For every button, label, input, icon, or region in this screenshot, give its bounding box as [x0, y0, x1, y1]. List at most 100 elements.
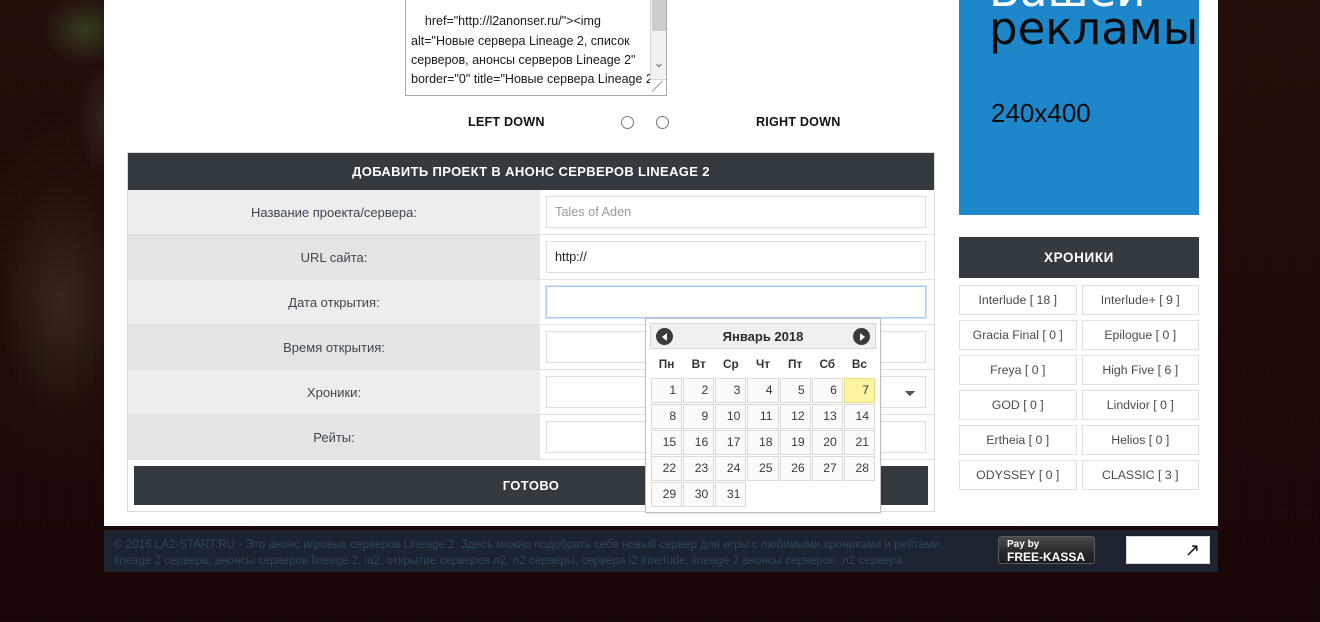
datepicker-day-23[interactable]: 23	[683, 456, 715, 481]
chronicle-button-10[interactable]: ODYSSEY [ 0 ]	[959, 460, 1077, 490]
chronicle-button-7[interactable]: Lindvior [ 0 ]	[1081, 390, 1199, 420]
datepicker-day-13[interactable]: 13	[811, 404, 843, 429]
datepicker-day-cell[interactable]: 21	[843, 430, 875, 455]
datepicker-day-cell[interactable]: 26	[779, 456, 811, 481]
chronicle-button-3[interactable]: Epilogue [ 0 ]	[1081, 320, 1199, 350]
datepicker-day-21[interactable]: 21	[843, 430, 875, 455]
project-name-input[interactable]	[546, 196, 926, 228]
datepicker-day-28[interactable]: 28	[843, 456, 875, 481]
datepicker-day-cell[interactable]: 17	[715, 430, 747, 455]
datepicker-day-cell[interactable]: 14	[843, 404, 875, 429]
datepicker-day-27[interactable]: 27	[811, 456, 843, 481]
datepicker-day-12[interactable]: 12	[779, 404, 811, 429]
datepicker-day-cell[interactable]: 12	[779, 404, 811, 429]
datepicker-day-29[interactable]: 29	[651, 482, 683, 507]
chronicle-button-2[interactable]: Gracia Final [ 0 ]	[959, 320, 1077, 350]
prev-month-icon[interactable]	[656, 328, 673, 345]
datepicker-day-9[interactable]: 9	[683, 404, 715, 429]
datepicker-day-cell[interactable]: 5	[779, 378, 811, 403]
datepicker-day-cell[interactable]: 28	[843, 456, 875, 481]
weekday-Ср: Ср	[722, 357, 739, 371]
embed-code-textarea[interactable]: href="http://l2anonser.ru/"><img alt="Но…	[405, 0, 667, 96]
chevron-down-icon[interactable]: ⌄	[651, 54, 666, 72]
datepicker-day-cell[interactable]: 23	[683, 456, 715, 481]
datepicker-day-4[interactable]: 4	[747, 378, 779, 403]
radio-right-down[interactable]	[656, 115, 669, 129]
datepicker-day-cell[interactable]: 31	[715, 482, 747, 507]
datepicker-day-cell[interactable]: 22	[651, 456, 683, 481]
radio-left-down[interactable]	[621, 115, 634, 129]
next-month-icon[interactable]	[853, 328, 870, 345]
datepicker-day-19[interactable]: 19	[779, 430, 811, 455]
chronicle-button-4[interactable]: Freya [ 0 ]	[959, 355, 1077, 385]
datepicker-day-cell[interactable]: 30	[683, 482, 715, 507]
datepicker-day-cell[interactable]: 20	[811, 430, 843, 455]
datepicker-day-cell[interactable]: 11	[747, 404, 779, 429]
chronicle-button-11[interactable]: CLASSIC [ 3 ]	[1081, 460, 1199, 490]
datepicker-day-cell[interactable]: 19	[779, 430, 811, 455]
datepicker-day-14[interactable]: 14	[843, 404, 875, 429]
chronicle-button-9[interactable]: Helios [ 0 ]	[1081, 425, 1199, 455]
datepicker-day-31[interactable]: 31	[715, 482, 747, 507]
payment-link-box[interactable]: ↗	[1126, 536, 1210, 564]
label-project-name: Название проекта/сервера:	[128, 190, 540, 234]
datepicker-day-cell[interactable]: 1	[651, 378, 683, 403]
datepicker-day-1[interactable]: 1	[651, 378, 683, 403]
datepicker-day-26[interactable]: 26	[779, 456, 811, 481]
datepicker-day-cell[interactable]: 8	[651, 404, 683, 429]
chronicles-title: Хроники	[959, 237, 1199, 278]
datepicker-day-cell[interactable]: 25	[747, 456, 779, 481]
datepicker-day-cell[interactable]: 29	[651, 482, 683, 507]
datepicker-day-5[interactable]: 5	[779, 378, 811, 403]
datepicker-empty-cell	[844, 482, 875, 507]
datepicker-day-cell[interactable]: 13	[811, 404, 843, 429]
datepicker-day-10[interactable]: 10	[715, 404, 747, 429]
ad-banner[interactable]: Вашей рекламы 240x400	[959, 0, 1199, 215]
chronicle-button-6[interactable]: GOD [ 0 ]	[959, 390, 1077, 420]
left-down-label: LEFT DOWN	[468, 115, 545, 129]
datepicker-day-3[interactable]: 3	[715, 378, 747, 403]
datepicker-day-cell[interactable]: 9	[683, 404, 715, 429]
weekday-header-row: Пн Вт Ср Чт Пт Сб Вс	[651, 352, 875, 377]
weekday-Сб: Сб	[819, 357, 836, 371]
datepicker-day-22[interactable]: 22	[651, 456, 683, 481]
datepicker-day-6[interactable]: 6	[811, 378, 843, 403]
datepicker-day-cell[interactable]: 27	[811, 456, 843, 481]
datepicker-day-7[interactable]: 7	[843, 378, 875, 403]
datepicker-day-cell[interactable]: 24	[715, 456, 747, 481]
datepicker-day-30[interactable]: 30	[683, 482, 715, 507]
datepicker-day-17[interactable]: 17	[715, 430, 747, 455]
datepicker-day-24[interactable]: 24	[715, 456, 747, 481]
datepicker-day-cell[interactable]: 3	[715, 378, 747, 403]
datepicker-day-18[interactable]: 18	[747, 430, 779, 455]
label-rates: Рейты:	[128, 415, 540, 459]
resize-grip-icon[interactable]	[650, 79, 666, 95]
free-kassa-badge[interactable]: Pay by FREE-KASSA	[998, 536, 1095, 564]
datepicker-day-cell[interactable]: 4	[747, 378, 779, 403]
chronicle-button-1[interactable]: Interlude+ [ 9 ]	[1081, 285, 1199, 315]
scrollbar-thumb[interactable]	[652, 0, 666, 31]
chronicle-button-8[interactable]: Ertheia [ 0 ]	[959, 425, 1077, 455]
site-url-input[interactable]	[546, 241, 926, 273]
datepicker-day-cell[interactable]: 10	[715, 404, 747, 429]
datepicker-day-cell[interactable]: 7	[843, 378, 875, 403]
datepicker-day-25[interactable]: 25	[747, 456, 779, 481]
datepicker-day-16[interactable]: 16	[683, 430, 715, 455]
datepicker-day-8[interactable]: 8	[651, 404, 683, 429]
datepicker-day-cell[interactable]: 2	[683, 378, 715, 403]
datepicker-day-cell[interactable]: 18	[747, 430, 779, 455]
form-title: Добавить проект в анонс серверов Lineage…	[128, 153, 934, 190]
datepicker-day-cell[interactable]: 15	[651, 430, 683, 455]
datepicker-popup[interactable]: Январь 2018 Пн Вт Ср Чт Пт Сб Вс 1 2 3 4 5 6 7 8 9 10 11…	[645, 318, 881, 513]
datepicker-day-11[interactable]: 11	[747, 404, 779, 429]
chronicle-button-0[interactable]: Interlude [ 18 ]	[959, 285, 1077, 315]
datepicker-day-cell[interactable]: 6	[811, 378, 843, 403]
datepicker-month-title: Январь 2018	[722, 328, 804, 344]
open-date-input[interactable]	[546, 286, 926, 318]
datepicker-day-2[interactable]: 2	[683, 378, 715, 403]
chronicle-button-5[interactable]: High Five [ 6 ]	[1081, 355, 1199, 385]
alignment-radio-group[interactable]	[621, 115, 669, 129]
datepicker-day-cell[interactable]: 16	[683, 430, 715, 455]
datepicker-day-15[interactable]: 15	[651, 430, 683, 455]
datepicker-day-20[interactable]: 20	[811, 430, 843, 455]
